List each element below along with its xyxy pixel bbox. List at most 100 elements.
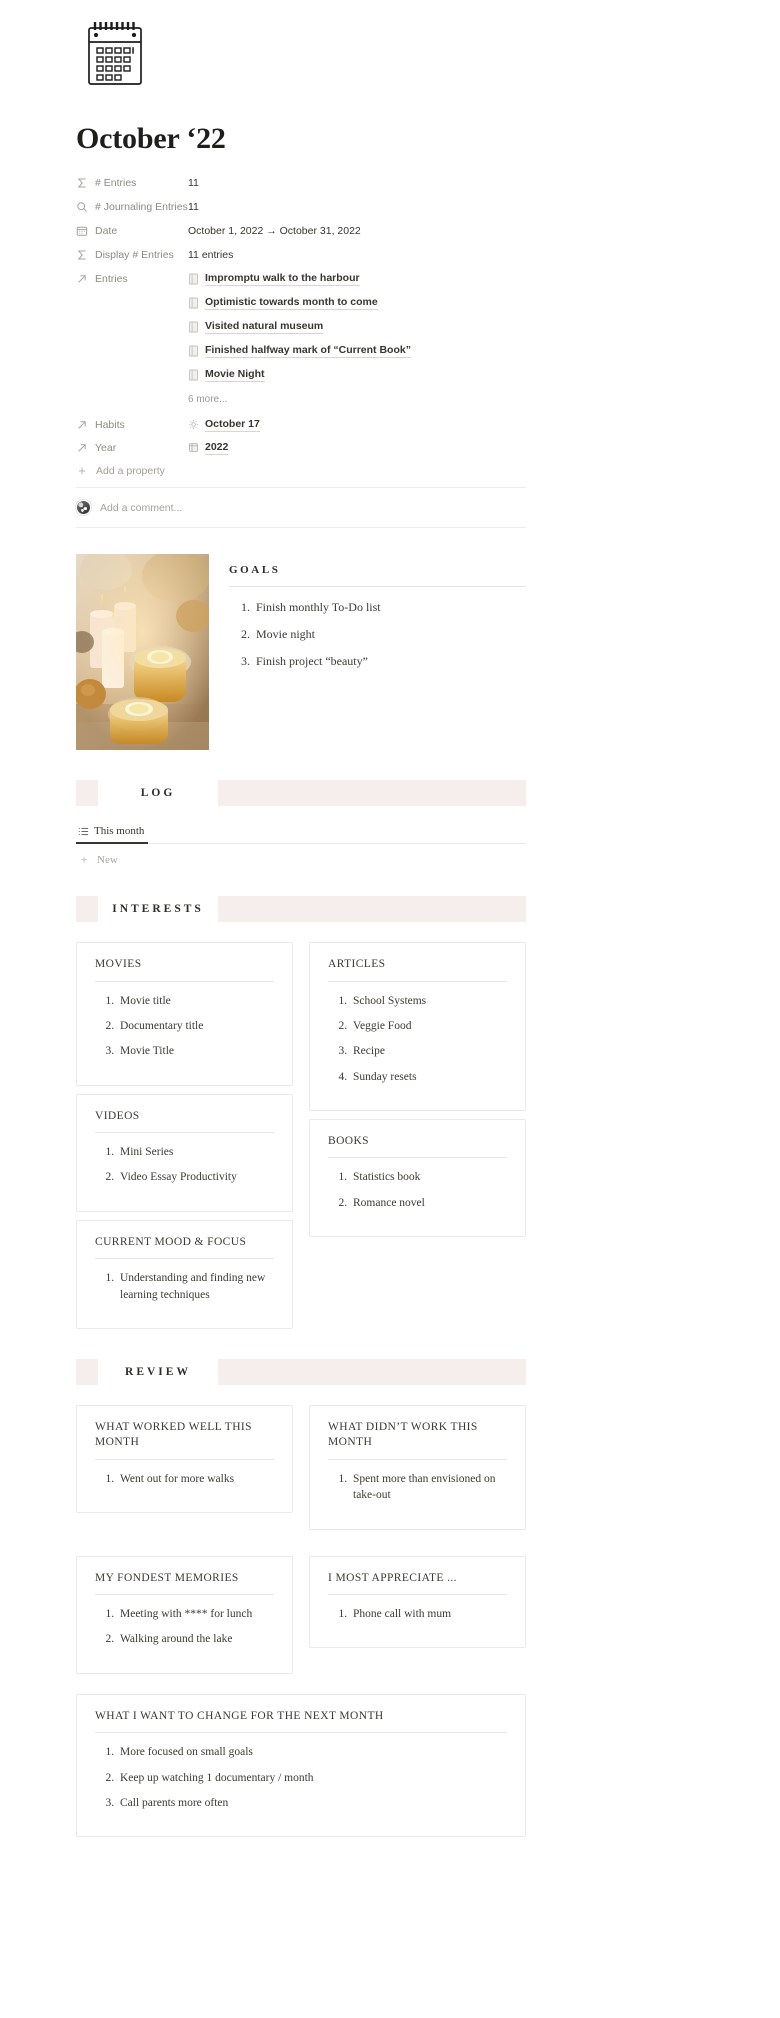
tab-this-month[interactable]: This month (76, 822, 148, 844)
interests-grid: MOVIES Movie title Documentary title Mov… (76, 942, 526, 1329)
card-movies[interactable]: MOVIES Movie title Documentary title Mov… (76, 942, 293, 1086)
list-item[interactable]: Video Essay Productivity (117, 1169, 274, 1185)
card-current-mood-and-focus[interactable]: CURRENT MOOD & FOCUS Understanding and f… (76, 1220, 293, 1329)
list-item[interactable]: Mini Series (117, 1144, 274, 1160)
entry-link-item[interactable]: Visited natural museum (188, 319, 526, 334)
list-item[interactable]: Recipe (350, 1043, 507, 1059)
card-title: BOOKS (328, 1134, 507, 1158)
list-item[interactable]: Sunday resets (350, 1069, 507, 1085)
comment-placeholder[interactable]: Add a comment... (100, 502, 182, 514)
card-list: School Systems Veggie Food Recipe Sunday… (328, 993, 507, 1085)
habits-relation-item[interactable]: October 17 (188, 417, 526, 432)
divider (229, 586, 526, 587)
calendar-icon[interactable] (76, 18, 154, 96)
divider (95, 981, 274, 982)
card-list: Statistics book Romance novel (328, 1169, 507, 1211)
entry-link-label[interactable]: Finished halfway mark of “Current Book” (205, 343, 411, 358)
card-fondest-memories[interactable]: MY FONDEST MEMORIES Meeting with **** fo… (76, 1556, 293, 1674)
list-item[interactable]: Walking around the lake (117, 1631, 274, 1647)
log-banner-label: LOG (98, 780, 218, 806)
list-item[interactable]: Finish monthly To-Do list (253, 599, 526, 616)
card-most-appreciate[interactable]: I MOST APPRECIATE ... Phone call with mu… (309, 1556, 526, 1649)
list-item[interactable]: Movie night (253, 626, 526, 643)
card-videos[interactable]: VIDEOS Mini Series Video Essay Productiv… (76, 1094, 293, 1212)
divider (95, 1459, 274, 1460)
property-value[interactable]: 11 (188, 198, 526, 216)
comment-input-row[interactable]: Add a comment... (76, 488, 526, 527)
habits-relation-label[interactable]: October 17 (205, 417, 260, 432)
entry-link-item[interactable]: Impromptu walk to the harbour (188, 271, 526, 286)
property-value[interactable]: October 1, 2022 → October 31, 2022 (188, 222, 526, 240)
list-item[interactable]: Call parents more often (117, 1795, 507, 1811)
property-row-display-entries[interactable]: Display # Entries 11 entries (76, 243, 526, 267)
property-value[interactable]: 11 (188, 174, 526, 192)
list-item[interactable]: School Systems (350, 993, 507, 1009)
divider (95, 1594, 274, 1595)
list-item[interactable]: Movie Title (117, 1043, 274, 1059)
list-item[interactable]: Phone call with mum (350, 1606, 507, 1622)
property-label: Entries (76, 270, 188, 287)
spacer (309, 1111, 526, 1119)
banner-swatch (76, 1359, 98, 1385)
property-label: Habits (76, 416, 188, 433)
entry-link-item[interactable]: Optimistic towards month to come (188, 295, 526, 310)
divider (328, 1459, 507, 1460)
review-left-column: WHAT WORKED WELL THIS MONTH Went out for… (76, 1405, 293, 1513)
property-row-habits[interactable]: Habits October 17 (76, 413, 526, 436)
list-item[interactable]: Romance novel (350, 1195, 507, 1211)
database-tab-bar: This month (76, 822, 526, 844)
year-relation-label[interactable]: 2022 (205, 440, 228, 455)
list-item[interactable]: Understanding and finding new learning t… (117, 1270, 274, 1303)
property-row-entries-count[interactable]: # Entries 11 (76, 171, 526, 195)
entry-link-label[interactable]: Visited natural museum (205, 319, 323, 334)
list-item[interactable]: Documentary title (117, 1018, 274, 1034)
property-row-date[interactable]: Date October 1, 2022 → October 31, 2022 (76, 219, 526, 243)
sigma-icon (76, 249, 88, 261)
card-title: VIDEOS (95, 1109, 274, 1133)
divider (76, 527, 526, 528)
card-articles[interactable]: ARTICLES School Systems Veggie Food Reci… (309, 942, 526, 1111)
list-item[interactable]: Movie title (117, 993, 274, 1009)
card-title: CURRENT MOOD & FOCUS (95, 1235, 274, 1259)
list-item[interactable]: Went out for more walks (117, 1471, 274, 1487)
goals-section: GOALS Finish monthly To-Do list Movie ni… (76, 554, 526, 750)
card-what-worked-well[interactable]: WHAT WORKED WELL THIS MONTH Went out for… (76, 1405, 293, 1513)
list-item[interactable]: More focused on small goals (117, 1744, 507, 1760)
list-item[interactable]: Spent more than envisioned on take-out (350, 1471, 507, 1504)
list-item[interactable]: Statistics book (350, 1169, 507, 1185)
interests-section-banner: INTERESTS (76, 896, 526, 922)
document-icon (188, 369, 199, 381)
entry-link-item[interactable]: Movie Night (188, 367, 526, 382)
property-label-text: Year (95, 440, 116, 456)
year-relation-item[interactable]: 2022 (188, 440, 526, 455)
entry-link-label[interactable]: Impromptu walk to the harbour (205, 271, 360, 286)
interests-right-column: ARTICLES School Systems Veggie Food Reci… (309, 942, 526, 1237)
add-property-button[interactable]: + Add a property (76, 459, 526, 481)
list-item[interactable]: Veggie Food (350, 1018, 507, 1034)
entries-more-link[interactable]: 6 more... (188, 391, 526, 408)
property-value[interactable]: 11 entries (188, 246, 526, 264)
review-right-column: WHAT DIDN’T WORK THIS MONTH Spent more t… (309, 1405, 526, 1530)
list-item[interactable]: Finish project “beauty” (253, 653, 526, 670)
list-item[interactable]: Meeting with **** for lunch (117, 1606, 274, 1622)
entry-link-label[interactable]: Optimistic towards month to come (205, 295, 378, 310)
card-title: MOVIES (95, 957, 274, 981)
divider (95, 1132, 274, 1133)
goals-photo[interactable] (76, 554, 209, 750)
entry-link-label[interactable]: Movie Night (205, 367, 265, 382)
list-item[interactable]: Keep up watching 1 documentary / month (117, 1770, 507, 1786)
search-icon (76, 201, 88, 213)
property-label: # Journaling Entries (76, 198, 188, 215)
entry-link-item[interactable]: Finished halfway mark of “Current Book” (188, 343, 526, 358)
entries-relation-values: Impromptu walk to the harbour Optimistic… (188, 270, 526, 410)
property-row-entries-relation[interactable]: Entries Impromptu walk to the harbour Op… (76, 267, 526, 413)
card-list: Movie title Documentary title Movie Titl… (95, 993, 274, 1060)
card-what-didnt-work[interactable]: WHAT DIDN’T WORK THIS MONTH Spent more t… (309, 1405, 526, 1530)
property-row-journaling-entries[interactable]: # Journaling Entries 11 (76, 195, 526, 219)
property-row-year[interactable]: Year 2022 (76, 436, 526, 459)
page-title[interactable]: October ‘22 (76, 122, 526, 155)
new-log-entry-button[interactable]: + New (76, 844, 526, 866)
card-books[interactable]: BOOKS Statistics book Romance novel (309, 1119, 526, 1237)
card-what-i-want-to-change[interactable]: WHAT I WANT TO CHANGE FOR THE NEXT MONTH… (76, 1694, 526, 1838)
notion-page: October ‘22 # Entries 11 # Journaling En… (0, 18, 780, 2018)
